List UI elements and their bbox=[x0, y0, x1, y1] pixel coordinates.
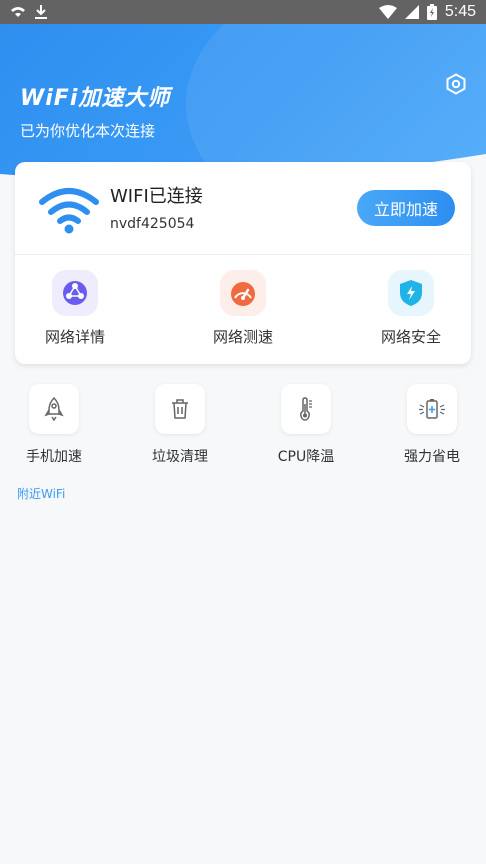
card-action-label: 网络详情 bbox=[44, 328, 105, 346]
card-action-label: 网络安全 bbox=[380, 328, 441, 346]
wifi-ssid: nvdf425054 bbox=[110, 216, 195, 232]
settings-hexagon-icon bbox=[446, 73, 466, 95]
download-icon bbox=[35, 5, 47, 19]
wifi-status: WIFI已连接 bbox=[110, 186, 203, 207]
tool-label: CPU降温 bbox=[277, 449, 335, 465]
wifi-signal-icon bbox=[378, 5, 397, 19]
wifi-question-icon bbox=[11, 7, 25, 17]
battery-icon bbox=[426, 4, 437, 20]
card-divider bbox=[15, 254, 471, 255]
card-actions: 网络详情 网络测速 网络安全 bbox=[15, 270, 471, 350]
card-action-label: 网络测速 bbox=[212, 328, 273, 346]
tool-label: 强力省电 bbox=[404, 449, 460, 465]
thermometer-icon bbox=[281, 384, 331, 434]
status-left bbox=[10, 4, 48, 20]
app-subtitle: 已为你优化本次连接 bbox=[20, 122, 156, 140]
wifi-connected-icon bbox=[39, 188, 99, 234]
tool-label: 手机加速 bbox=[26, 449, 82, 465]
cell-signal-icon bbox=[404, 5, 419, 19]
settings-button[interactable] bbox=[444, 72, 468, 96]
shield-icon bbox=[388, 270, 434, 316]
network-security-action[interactable]: 网络安全 bbox=[378, 270, 444, 350]
network-details-action[interactable]: 网络详情 bbox=[42, 270, 108, 350]
status-bar: 5:45 bbox=[0, 0, 486, 24]
battery-saver-icon bbox=[407, 384, 457, 434]
junk-clean-tool[interactable]: 垃圾清理 bbox=[140, 384, 220, 468]
nearby-wifi-label: 附近WiFi bbox=[17, 487, 66, 501]
speed-test-action[interactable]: 网络测速 bbox=[210, 270, 276, 350]
cpu-cool-tool[interactable]: CPU降温 bbox=[266, 384, 346, 468]
trash-icon bbox=[155, 384, 205, 434]
app-title: WiFi加速大师 bbox=[20, 86, 171, 111]
status-time: 5:45 bbox=[444, 3, 476, 20]
phone-boost-tool[interactable]: 手机加速 bbox=[14, 384, 94, 468]
tools-row: 手机加速 垃圾清理 CPU降温 强力省电 bbox=[0, 384, 486, 468]
power-saver-tool[interactable]: 强力省电 bbox=[392, 384, 472, 468]
speedometer-icon bbox=[220, 270, 266, 316]
status-right: 5:45 bbox=[378, 3, 476, 21]
connection-card: WIFI已连接 nvdf425054 立即加速 网络详情 网络测速 网络安全 bbox=[15, 162, 471, 364]
rocket-icon bbox=[29, 384, 79, 434]
network-details-icon bbox=[52, 270, 98, 316]
boost-button[interactable]: 立即加速 bbox=[357, 190, 455, 226]
tool-label: 垃圾清理 bbox=[152, 449, 208, 465]
